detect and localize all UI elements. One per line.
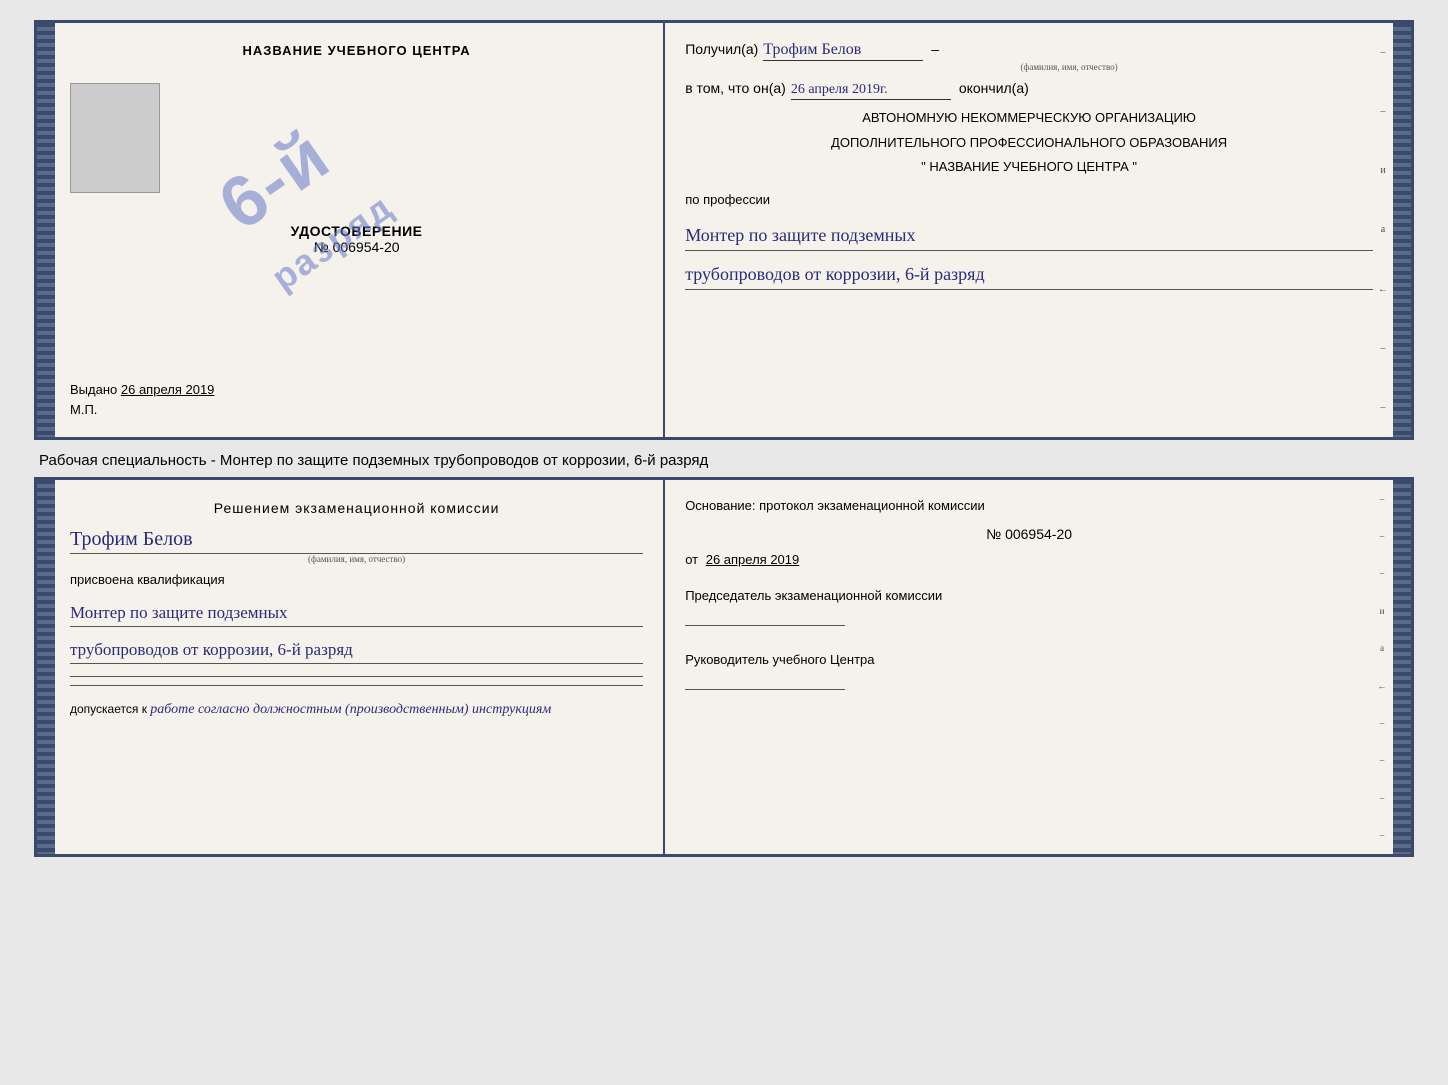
- in-that-label: в том, что он(а): [685, 80, 786, 96]
- cert-bottom-right: Основание: протокол экзаменационной коми…: [665, 480, 1393, 854]
- cert-block: УДОСТОВЕРЕНИЕ № 006954-20: [291, 223, 423, 255]
- org-line1: АВТОНОМНУЮ НЕКОММЕРЧЕСКУЮ ОРГАНИЗАЦИЮ: [685, 108, 1373, 128]
- decision-title: Решением экзаменационной комиссии: [70, 500, 643, 516]
- stamp-text: 6-й разряд: [207, 105, 402, 302]
- cert-number: № 006954-20: [291, 239, 423, 255]
- spine-decoration-bottom-left: [37, 480, 55, 854]
- profession-line1: Монтер по защите подземных: [685, 219, 1373, 253]
- cert-right-panel: Получил(а) Трофим Белов – (фамилия, имя,…: [665, 23, 1393, 437]
- issued-date-value: 26 апреля 2019: [121, 382, 215, 397]
- side-decoration-bottom-right: –––иа←––––: [1371, 480, 1393, 854]
- photo-placeholder: [70, 83, 160, 193]
- basis-label: Основание: протокол экзаменационной коми…: [685, 498, 1373, 513]
- issued-date-label: Выдано: [70, 382, 117, 397]
- issued-date: Выдано 26 апреля 2019: [70, 382, 214, 397]
- side-decoration-right: ––иа←––: [1373, 23, 1393, 437]
- head-sig-line: [685, 689, 845, 690]
- allowed-row: допускается к работе согласно должностны…: [70, 702, 643, 718]
- received-row: Получил(а) Трофим Белов –: [685, 41, 1373, 61]
- dash-line-2: [70, 685, 643, 686]
- finished-label: окончил(а): [959, 80, 1029, 96]
- allowed-label: допускается к: [70, 702, 147, 716]
- certificate-bottom: Решением экзаменационной комиссии Трофим…: [34, 477, 1414, 857]
- specialty-text: Рабочая специальность - Монтер по защите…: [34, 452, 1414, 469]
- spine-decoration-left: [37, 23, 55, 437]
- profession-text-line2: трубопроводов от коррозии, 6-й разряд: [685, 260, 1373, 290]
- cert-left-panel: НАЗВАНИЕ УЧЕБНОГО ЦЕНТРА УДОСТОВЕРЕНИЕ №…: [55, 23, 665, 437]
- date-row: в том, что он(а) 26 апреля 2019г. окончи…: [685, 80, 1373, 100]
- left-title: НАЗВАНИЕ УЧЕБНОГО ЦЕНТРА: [243, 43, 471, 58]
- received-label: Получил(а): [685, 41, 758, 57]
- qual-text-line1: Монтер по защите подземных: [70, 599, 643, 627]
- chairman-sig-line: [685, 625, 845, 626]
- recipient-name: Трофим Белов: [763, 41, 923, 61]
- spine-decoration-right: [1393, 23, 1411, 437]
- mp-label: М.П.: [70, 402, 97, 417]
- bottom-cert-number: № 006954-20: [685, 526, 1373, 542]
- allowed-text: работе согласно должностным (производств…: [150, 702, 551, 717]
- from-label: от: [685, 552, 698, 567]
- from-date: 26 апреля 2019: [706, 552, 800, 567]
- udost-label: УДОСТОВЕРЕНИЕ: [291, 223, 423, 239]
- from-date-row: от 26 апреля 2019: [685, 552, 1373, 567]
- qualification-line2: трубопроводов от коррозии, 6-й разряд: [70, 634, 643, 666]
- spine-decoration-bottom-right-outer: [1393, 480, 1411, 854]
- qual-text-line2: трубопроводов от коррозии, 6-й разряд: [70, 636, 643, 664]
- bottom-name-subtitle: (фамилия, имя, отчество): [70, 554, 643, 564]
- org-line2: ДОПОЛНИТЕЛЬНОГО ПРОФЕССИОНАЛЬНОГО ОБРАЗО…: [685, 133, 1373, 153]
- qualification-line1: Монтер по защите подземных: [70, 597, 643, 629]
- org-name: " НАЗВАНИЕ УЧЕБНОГО ЦЕНТРА ": [685, 157, 1373, 177]
- stamp-overlay: 6-й разряд: [135, 73, 475, 333]
- cert-bottom-left: Решением экзаменационной комиссии Трофим…: [55, 480, 665, 854]
- profession-text-line1: Монтер по защите подземных: [685, 221, 1373, 251]
- profession-label: по профессии: [685, 190, 1373, 210]
- head-section: Руководитель учебного Центра: [685, 651, 1373, 705]
- bottom-recipient-name: Трофим Белов: [70, 528, 643, 551]
- profession-line2: трубопроводов от коррозии, 6-й разряд: [685, 258, 1373, 292]
- name-subtitle-top: (фамилия, имя, отчество): [765, 62, 1373, 72]
- head-label: Руководитель учебного Центра: [685, 651, 1373, 669]
- qualification-label: присвоена квалификация: [70, 572, 643, 587]
- chairman-section: Председатель экзаменационной комиссии: [685, 587, 1373, 641]
- certificate-top: НАЗВАНИЕ УЧЕБНОГО ЦЕНТРА УДОСТОВЕРЕНИЕ №…: [34, 20, 1414, 440]
- date-handwritten: 26 апреля 2019г.: [791, 82, 951, 100]
- dash-line-1: [70, 676, 643, 677]
- chairman-label: Председатель экзаменационной комиссии: [685, 587, 1373, 605]
